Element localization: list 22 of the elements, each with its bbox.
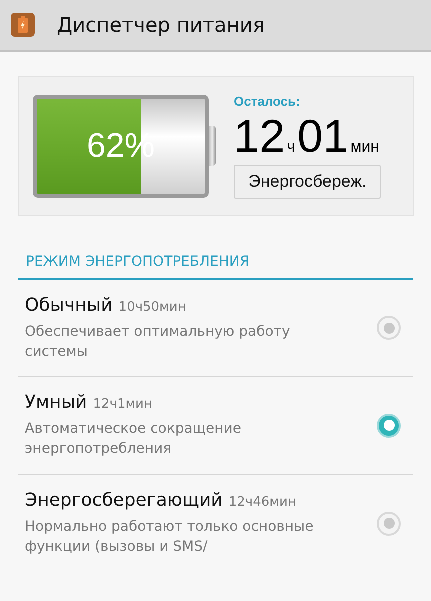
hours-value: 12 (234, 110, 286, 160)
radio-button[interactable] (377, 414, 401, 438)
window-title: Диспетчер питания (57, 13, 265, 37)
power-save-button[interactable]: Энергосбереж. (234, 164, 382, 198)
section-header: РЕЖИМ ЭНЕРГОПОТРЕБЛЕНИЯ (18, 254, 413, 280)
radio-button[interactable] (377, 512, 401, 536)
remaining-label: Осталось: (234, 94, 302, 108)
mode-time: 12ч46мин (228, 495, 296, 510)
minutes-unit: мин (350, 138, 380, 156)
mode-description: Нормально работают только основные функции (вызовы и SMS/ (25, 518, 315, 557)
battery-app-icon (11, 13, 35, 37)
hours-unit: ч (287, 138, 296, 156)
mode-description: Обеспечивает оптимальную работу системы (25, 322, 292, 362)
minutes-value: 01 (298, 110, 349, 160)
mode-name: Умный (25, 392, 88, 413)
mode-name: Энергосберегающий (25, 490, 223, 511)
mode-time: 10ч50мин (118, 300, 186, 314)
mode-description: Автоматическое сокращение энергопотребления (25, 420, 242, 459)
radio-button[interactable] (377, 316, 401, 340)
mode-time: 12ч1мин (93, 397, 152, 412)
battery-terminal (209, 126, 216, 166)
mode-name: Обычный (25, 294, 113, 316)
